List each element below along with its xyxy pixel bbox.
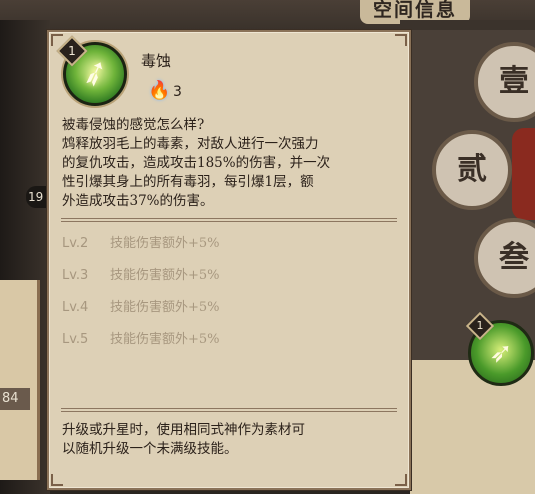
soulfire-icon: 🔥: [148, 80, 171, 101]
description-line: 被毒侵蚀的感觉怎么样?: [62, 117, 205, 133]
feather-icon: ➶: [489, 336, 513, 369]
level-effect: 技能伤害额外+5%: [110, 236, 220, 251]
description-line: 性引爆其身上的所有毒羽，每引爆1层，额: [62, 174, 314, 190]
corner-ornament: [51, 474, 63, 486]
level-label: Lv.5: [62, 332, 89, 347]
level-label: Lv.2: [62, 236, 89, 251]
level-upgrade-row: Lv.3 技能伤害额外+5%: [62, 267, 220, 299]
skill-description: 被毒侵蚀的感觉怎么样? 鸩释放羽毛上的毒素，对敌人进行一次强力 的复仇攻击，造成…: [62, 116, 404, 211]
description-line: 的复仇攻击，造成攻击185%的伤害，并一次: [62, 155, 331, 171]
level-label: Lv.3: [62, 268, 89, 283]
tip-line: 以随机升级一个未满级技能。: [62, 441, 238, 457]
skill-slot-level: 1: [476, 319, 484, 332]
skill-cost: 3: [173, 84, 182, 100]
level-upgrades-list: Lv.2 技能伤害额外+5% Lv.3 技能伤害额外+5% Lv.4 技能伤害额外+5…: [62, 235, 220, 363]
description-line: 外造成攻击37%的伤害。: [62, 193, 214, 209]
corner-ornament: [51, 34, 63, 46]
divider: [61, 218, 397, 222]
left-card-number: 84: [0, 388, 30, 410]
divider: [61, 408, 397, 412]
poison-feather-icon: ➶: [74, 49, 116, 97]
level-upgrade-row: Lv.2 技能伤害额外+5%: [62, 235, 220, 267]
skill-tooltip-panel: ➶ 1 毒蚀 🔥 3 被毒侵蚀的感觉怎么样? 鸩释放羽毛上的毒素，对敌人进行一次…: [47, 30, 411, 490]
selected-tab-marker: [512, 128, 535, 220]
corner-ornament: [395, 34, 407, 46]
level-effect: 技能伤害额外+5%: [110, 332, 220, 347]
tab-two[interactable]: 贰: [432, 130, 512, 210]
left-count-badge: 19: [26, 186, 46, 208]
level-effect: 技能伤害额外+5%: [110, 300, 220, 315]
left-card: [0, 280, 40, 480]
level-upgrade-row: Lv.4 技能伤害额外+5%: [62, 299, 220, 331]
level-effect: 技能伤害额外+5%: [110, 268, 220, 283]
description-line: 鸩释放羽毛上的毒素，对敌人进行一次强力: [62, 136, 319, 152]
level-label: Lv.4: [62, 300, 89, 315]
skill-level-value: 1: [68, 44, 76, 58]
upgrade-tip: 升级或升星时，使用相同式神作为素材可 以随机升级一个未满级技能。: [62, 421, 402, 459]
corner-ornament: [395, 474, 407, 486]
skill-name: 毒蚀: [141, 52, 172, 70]
level-upgrade-row: Lv.5 技能伤害额外+5%: [62, 331, 220, 363]
tip-line: 升级或升星时，使用相同式神作为素材可: [62, 422, 305, 438]
